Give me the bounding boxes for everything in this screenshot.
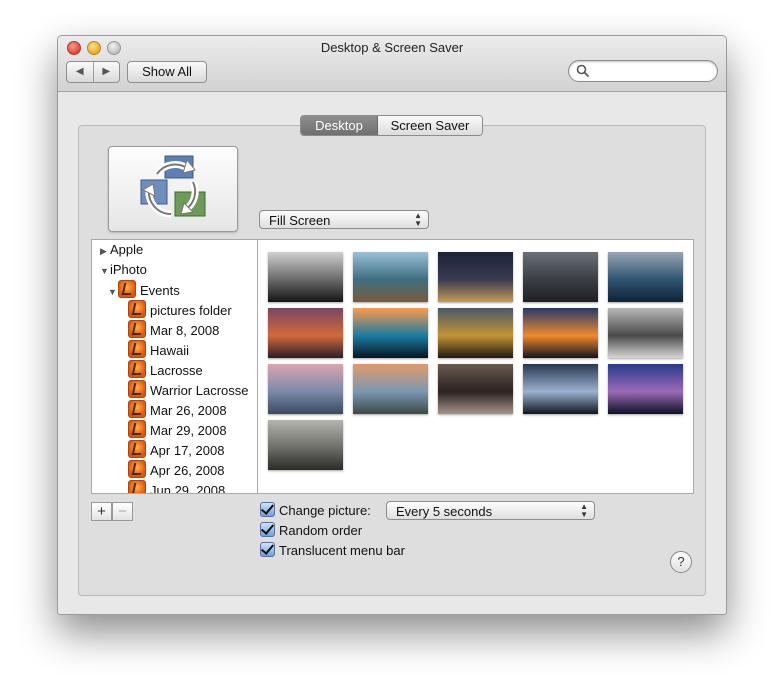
desktop-picture-thumbnail[interactable] (353, 252, 428, 302)
desktop-picture-thumbnail[interactable] (523, 252, 598, 302)
back-forward-group: ◀ ▶ (66, 61, 120, 83)
checkbox-checked-icon[interactable] (260, 502, 275, 517)
iphoto-event-icon (128, 300, 146, 318)
source-list[interactable]: ▶ Apple ▼iPhoto ▼ Events pictures folder Ma… (91, 239, 258, 494)
source-event-item[interactable]: Apr 17, 2008 (128, 440, 224, 460)
iphoto-event-icon (128, 460, 146, 478)
checkbox-label: Random order (279, 523, 363, 538)
desktop-picture-thumbnail[interactable] (268, 420, 343, 470)
search-icon (576, 64, 590, 78)
source-label: Apr 17, 2008 (150, 443, 225, 458)
iphoto-event-icon (118, 280, 136, 298)
source-event-item[interactable]: pictures folder (128, 300, 232, 320)
source-event-item[interactable]: Lacrosse (128, 360, 203, 380)
forward-button[interactable]: ▶ (92, 62, 120, 82)
source-event-item[interactable]: Hawaii (128, 340, 189, 360)
desktop-picture-thumbnail[interactable] (268, 308, 343, 358)
source-event-item[interactable]: Apr 26, 2008 (128, 460, 224, 480)
source-iphoto[interactable]: ▼iPhoto (100, 260, 147, 280)
source-label: Mar 26, 2008 (150, 403, 227, 418)
interval-value: Every 5 seconds (396, 504, 493, 519)
source-label: Apple (110, 242, 144, 257)
disclosure-collapsed-icon[interactable]: ▶ (100, 241, 110, 261)
desktop-picture-thumbnail[interactable] (608, 364, 683, 414)
iphoto-event-icon (128, 340, 146, 358)
checkbox-checked-icon[interactable] (260, 542, 275, 557)
source-label: Events (140, 283, 180, 298)
fill-mode-popup[interactable]: Fill Screen ▲ ▼ (259, 210, 429, 229)
source-label: Lacrosse (150, 363, 203, 378)
source-event-item[interactable]: Jun 29, 2008 (128, 480, 226, 494)
picture-grid[interactable] (257, 239, 694, 494)
desktop-picture-thumbnail[interactable] (438, 308, 513, 358)
rotating-pictures-icon (140, 155, 206, 218)
source-events[interactable]: ▼ Events (108, 280, 180, 300)
checkbox-label: Change picture: (279, 503, 371, 518)
show-all-button[interactable]: Show All (127, 61, 207, 83)
preferences-window: Desktop & Screen Saver ◀ ▶ Show All Desk… (57, 35, 727, 615)
desktop-picture-thumbnail[interactable] (268, 364, 343, 414)
iphoto-event-icon (128, 360, 146, 378)
source-event-item[interactable]: Mar 26, 2008 (128, 400, 227, 420)
desktop-picture-thumbnail[interactable] (268, 252, 343, 302)
iphoto-event-icon (128, 440, 146, 458)
fill-mode-value: Fill Screen (269, 213, 331, 228)
tab-desktop[interactable]: Desktop (301, 116, 378, 135)
desktop-picture-thumbnail[interactable] (353, 308, 428, 358)
disclosure-expanded-icon[interactable]: ▼ (100, 261, 110, 281)
desktop-picture-thumbnail[interactable] (353, 364, 428, 414)
desktop-picture-thumbnail[interactable] (523, 308, 598, 358)
source-label: Mar 29, 2008 (150, 423, 227, 438)
tab-screen-saver[interactable]: Screen Saver (378, 116, 482, 135)
iphoto-event-icon (128, 400, 146, 418)
desktop-picture-thumbnail[interactable] (608, 308, 683, 358)
interval-popup[interactable]: Every 5 seconds ▲ ▼ (386, 501, 595, 520)
source-event-item[interactable]: Mar 29, 2008 (128, 420, 227, 440)
iphoto-event-icon (128, 380, 146, 398)
source-label: Apr 26, 2008 (150, 463, 225, 478)
add-source-button[interactable]: + (91, 502, 112, 521)
change-picture-checkbox[interactable]: Change picture: (260, 502, 371, 520)
source-label: Hawaii (150, 343, 190, 358)
source-label: Jun 29, 2008 (150, 483, 226, 494)
checkbox-label: Translucent menu bar (279, 543, 405, 558)
iphoto-event-icon (128, 480, 146, 493)
title-bar: Desktop & Screen Saver ◀ ▶ Show All (58, 36, 726, 92)
search-input[interactable] (591, 63, 713, 79)
window-title: Desktop & Screen Saver (320, 40, 464, 55)
random-order-checkbox[interactable]: Random order (260, 522, 362, 540)
popup-arrows-icon: ▲ ▼ (414, 211, 422, 228)
checkbox-checked-icon[interactable] (260, 522, 275, 537)
source-event-item[interactable]: Warrior Lacrosse (128, 380, 248, 400)
search-field[interactable] (568, 60, 718, 82)
tab-control: Desktop Screen Saver (300, 115, 483, 136)
disclosure-expanded-icon[interactable]: ▼ (108, 282, 118, 302)
source-label: Mar 8, 2008 (150, 323, 220, 338)
desktop-picture-thumbnail[interactable] (438, 364, 513, 414)
back-button[interactable]: ◀ (67, 62, 93, 82)
source-label: Warrior Lacrosse (150, 383, 249, 398)
desktop-picture-thumbnail[interactable] (438, 252, 513, 302)
desktop-preview (108, 146, 238, 232)
popup-arrows-icon: ▲ ▼ (580, 502, 588, 519)
desktop-picture-thumbnail[interactable] (523, 364, 598, 414)
source-event-item[interactable]: Mar 8, 2008 (128, 320, 219, 340)
iphoto-event-icon (128, 420, 146, 438)
remove-source-button[interactable]: − (112, 502, 133, 521)
help-button[interactable]: ? (670, 551, 692, 573)
desktop-picture-thumbnail[interactable] (608, 252, 683, 302)
translucent-menu-bar-checkbox[interactable]: Translucent menu bar (260, 542, 405, 560)
iphoto-event-icon (128, 320, 146, 338)
source-label: pictures folder (150, 303, 232, 318)
source-label: iPhoto (110, 262, 147, 277)
source-apple[interactable]: ▶ Apple (100, 240, 143, 260)
